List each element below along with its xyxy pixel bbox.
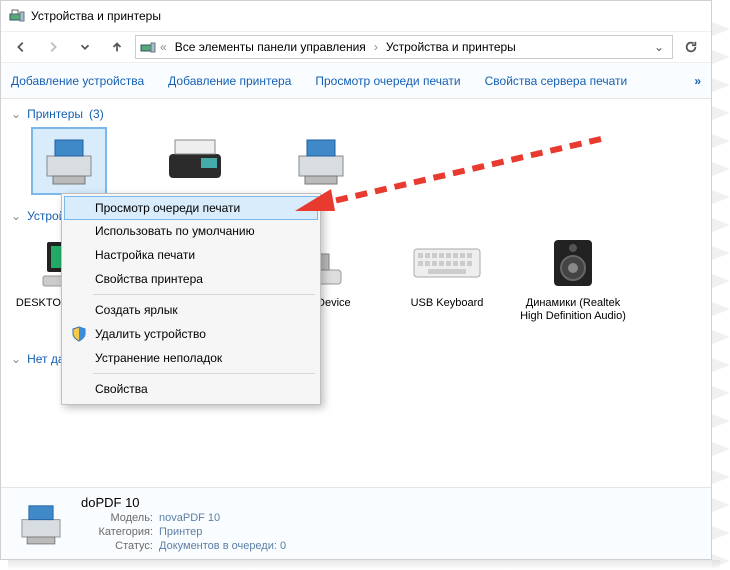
navbar: « Все элементы панели управления › Устро… <box>1 31 711 63</box>
window-title: Устройства и принтеры <box>31 9 161 23</box>
context-menu: Просмотр очереди печати Использовать по … <box>61 193 321 405</box>
chevron-down-icon: ⌄ <box>11 352 21 366</box>
menu-item-label: Удалить устройство <box>95 327 206 341</box>
menu-item-create-shortcut[interactable]: Создать ярлык <box>65 298 317 322</box>
device-item[interactable]: USB Keyboard <box>393 231 501 310</box>
address-dropdown-icon[interactable]: ⌄ <box>650 40 668 54</box>
details-category-val: Принтер <box>159 526 202 538</box>
details-status-key: Статус: <box>81 540 153 552</box>
details-category-key: Категория: <box>81 526 153 538</box>
group-label: Принтеры <box>27 107 83 121</box>
back-button[interactable] <box>7 34 35 60</box>
details-pane: doPDF 10 Модель: novaPDF 10 Категория: При… <box>1 487 711 559</box>
device-label: Динамики (Realtek High Definition Audio) <box>519 297 627 323</box>
device-item[interactable]: Динамики (Realtek High Definition Audio) <box>519 231 627 323</box>
breadcrumb-2[interactable]: Устройства и принтеры <box>382 40 520 54</box>
speaker-icon <box>537 231 609 295</box>
menu-item-label: Свойства <box>95 382 148 396</box>
menu-item-label: Свойства принтера <box>95 272 203 286</box>
menu-item-troubleshoot[interactable]: Устранение неполадок <box>65 346 317 370</box>
menu-separator <box>93 294 315 295</box>
window: Устройства и принтеры « Все элементы пан… <box>0 0 712 560</box>
devices-printers-icon <box>9 8 25 24</box>
details-info: doPDF 10 Модель: novaPDF 10 Категория: При… <box>81 495 286 552</box>
printer-item[interactable] <box>15 129 123 193</box>
view-print-queue-link[interactable]: Просмотр очереди печати <box>315 74 460 88</box>
breadcrumb-1[interactable]: Все элементы панели управления <box>171 40 370 54</box>
printer-icon <box>15 498 67 550</box>
chevron-right-icon: › <box>374 40 378 54</box>
print-server-properties-link[interactable]: Свойства сервера печати <box>485 74 628 88</box>
printer-item[interactable] <box>141 129 249 193</box>
menu-item-label: Настройка печати <box>95 248 195 262</box>
keyboard-icon <box>411 231 483 295</box>
menu-item-label: Просмотр очереди печати <box>95 201 240 215</box>
forward-button[interactable] <box>39 34 67 60</box>
details-model-val: novaPDF 10 <box>159 512 220 524</box>
printer-icon <box>33 129 105 193</box>
menu-item-print-prefs[interactable]: Настройка печати <box>65 243 317 267</box>
menu-item-label: Использовать по умолчанию <box>95 224 255 238</box>
details-model-key: Модель: <box>81 512 153 524</box>
breadcrumb-prefix: « <box>160 40 167 54</box>
menu-item-view-queue[interactable]: Просмотр очереди печати <box>64 196 318 220</box>
menu-item-properties[interactable]: Свойства <box>65 377 317 401</box>
menu-item-label: Устранение неполадок <box>95 351 222 365</box>
window-shadow <box>8 560 720 570</box>
add-device-link[interactable]: Добавление устройства <box>11 74 144 88</box>
menu-item-remove-device[interactable]: Удалить устройство <box>65 322 317 346</box>
add-printer-link[interactable]: Добавление принтера <box>168 74 291 88</box>
toolbar-overflow-button[interactable]: » <box>694 74 701 88</box>
chevron-down-icon: ⌄ <box>11 107 21 121</box>
titlebar: Устройства и принтеры <box>1 1 711 31</box>
window-shadow <box>712 8 730 568</box>
address-bar[interactable]: « Все элементы панели управления › Устро… <box>135 35 673 59</box>
devices-printers-icon <box>140 39 156 55</box>
group-header-printers[interactable]: ⌄ Принтеры (3) <box>1 105 711 123</box>
menu-item-set-default[interactable]: Использовать по умолчанию <box>65 219 317 243</box>
up-button[interactable] <box>103 34 131 60</box>
details-status-val: Документов в очереди: 0 <box>159 540 286 552</box>
printer-item[interactable] <box>267 129 375 193</box>
recent-locations-button[interactable] <box>71 34 99 60</box>
shield-icon <box>71 326 87 342</box>
fax-icon <box>159 129 231 193</box>
menu-item-label: Создать ярлык <box>95 303 178 317</box>
menu-separator <box>93 373 315 374</box>
printer-icon <box>285 129 357 193</box>
toolbar: Добавление устройства Добавление принтер… <box>1 63 711 99</box>
device-label: USB Keyboard <box>411 297 484 310</box>
chevron-down-icon: ⌄ <box>11 209 21 223</box>
details-name: doPDF 10 <box>81 495 286 510</box>
group-count: (3) <box>89 107 104 121</box>
refresh-button[interactable] <box>677 34 705 60</box>
menu-item-printer-props[interactable]: Свойства принтера <box>65 267 317 291</box>
